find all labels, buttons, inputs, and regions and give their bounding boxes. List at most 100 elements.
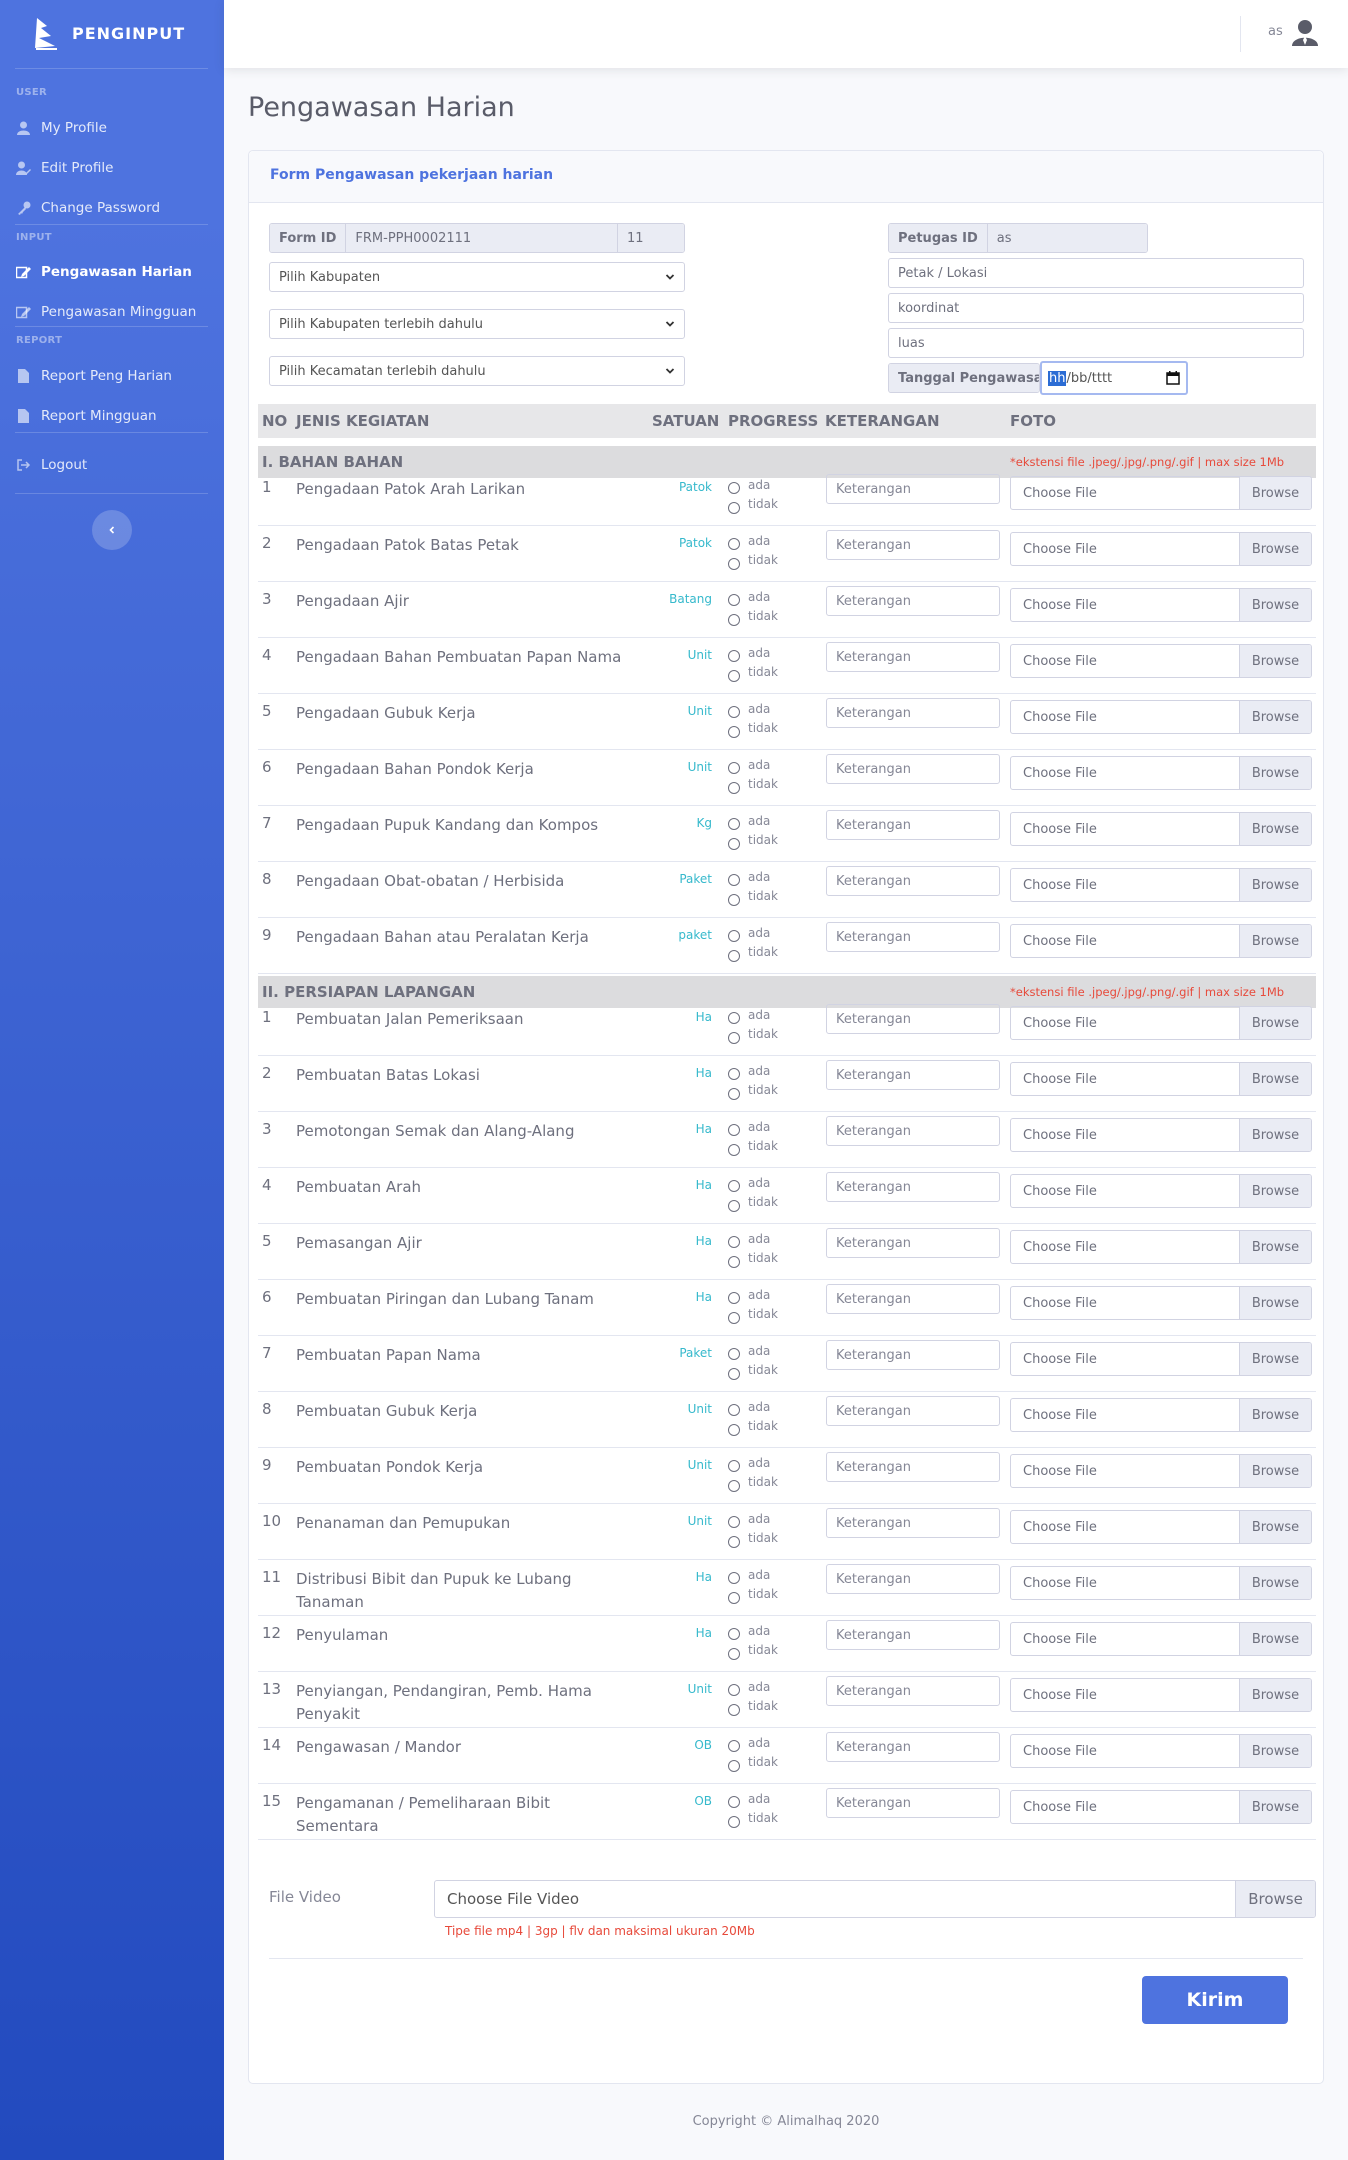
- radio-ada[interactable]: ada: [728, 812, 778, 831]
- radio-tidak[interactable]: tidak: [728, 1585, 778, 1604]
- keterangan-input[interactable]: Keterangan: [826, 1620, 1000, 1650]
- radio-circle[interactable]: [728, 1424, 740, 1436]
- radio-circle[interactable]: [728, 1088, 740, 1100]
- radio-circle[interactable]: [728, 1292, 740, 1304]
- foto-file-input[interactable]: Choose File Browse: [1010, 1062, 1312, 1096]
- kecamatan-dependent-select[interactable]: Pilih Kecamatan terlebih dahulu: [269, 356, 685, 386]
- radio-ada[interactable]: ada: [728, 1454, 778, 1473]
- radio-circle[interactable]: [728, 538, 740, 550]
- foto-file-input[interactable]: Choose File Browse: [1010, 1398, 1312, 1432]
- foto-file-input[interactable]: Choose File Browse: [1010, 1566, 1312, 1600]
- foto-file-input[interactable]: Choose File Browse: [1010, 1118, 1312, 1152]
- keterangan-input[interactable]: Keterangan: [826, 1060, 1000, 1090]
- keterangan-input[interactable]: Keterangan: [826, 1172, 1000, 1202]
- user-avatar-icon[interactable]: [1290, 18, 1320, 48]
- radio-circle[interactable]: [728, 1760, 740, 1772]
- browse-button[interactable]: Browse: [1239, 1119, 1311, 1151]
- keterangan-input[interactable]: Keterangan: [826, 1676, 1000, 1706]
- radio-tidak[interactable]: tidak: [728, 1417, 778, 1436]
- foto-file-input[interactable]: Choose File Browse: [1010, 700, 1312, 734]
- radio-ada[interactable]: ada: [728, 1678, 778, 1697]
- foto-file-input[interactable]: Choose File Browse: [1010, 924, 1312, 958]
- radio-tidak[interactable]: tidak: [728, 1753, 778, 1772]
- browse-button[interactable]: Browse: [1239, 813, 1311, 845]
- keterangan-input[interactable]: Keterangan: [826, 1396, 1000, 1426]
- foto-file-input[interactable]: Choose File Browse: [1010, 812, 1312, 846]
- radio-circle[interactable]: [728, 930, 740, 942]
- radio-circle[interactable]: [728, 818, 740, 830]
- keterangan-input[interactable]: Keterangan: [826, 1284, 1000, 1314]
- keterangan-input[interactable]: Keterangan: [826, 1004, 1000, 1034]
- radio-circle[interactable]: [728, 1684, 740, 1696]
- foto-file-input[interactable]: Choose File Browse: [1010, 1286, 1312, 1320]
- browse-button[interactable]: Browse: [1239, 1343, 1311, 1375]
- radio-circle[interactable]: [728, 1256, 740, 1268]
- browse-button[interactable]: Browse: [1239, 925, 1311, 957]
- koordinat-input[interactable]: koordinat: [888, 293, 1304, 323]
- tanggal-pengawasan-input[interactable]: hh /bb/tttt: [1040, 361, 1188, 395]
- radio-circle[interactable]: [728, 762, 740, 774]
- radio-ada[interactable]: ada: [728, 868, 778, 887]
- radio-circle[interactable]: [728, 1068, 740, 1080]
- radio-tidak[interactable]: tidak: [728, 495, 778, 514]
- radio-circle[interactable]: [728, 1368, 740, 1380]
- radio-circle[interactable]: [728, 1592, 740, 1604]
- sidebar-toggle-button[interactable]: [92, 510, 132, 550]
- calendar-icon[interactable]: [1166, 371, 1180, 385]
- radio-ada[interactable]: ada: [728, 1734, 778, 1753]
- radio-circle[interactable]: [728, 1124, 740, 1136]
- browse-button[interactable]: Browse: [1239, 1511, 1311, 1543]
- radio-tidak[interactable]: tidak: [728, 1809, 778, 1828]
- browse-button[interactable]: Browse: [1239, 1007, 1311, 1039]
- radio-circle[interactable]: [728, 1012, 740, 1024]
- browse-button[interactable]: Browse: [1239, 1399, 1311, 1431]
- file-video-browse-button[interactable]: Browse: [1235, 1881, 1315, 1917]
- radio-tidak[interactable]: tidak: [728, 1361, 778, 1380]
- radio-tidak[interactable]: tidak: [728, 1193, 778, 1212]
- radio-tidak[interactable]: tidak: [728, 1249, 778, 1268]
- radio-ada[interactable]: ada: [728, 1118, 778, 1137]
- radio-tidak[interactable]: tidak: [728, 1529, 778, 1548]
- radio-circle[interactable]: [728, 1180, 740, 1192]
- keterangan-input[interactable]: Keterangan: [826, 1564, 1000, 1594]
- radio-circle[interactable]: [728, 1796, 740, 1808]
- radio-circle[interactable]: [728, 1572, 740, 1584]
- radio-circle[interactable]: [728, 1460, 740, 1472]
- keterangan-input[interactable]: Keterangan: [826, 474, 1000, 504]
- browse-button[interactable]: Browse: [1239, 701, 1311, 733]
- radio-circle[interactable]: [728, 1480, 740, 1492]
- foto-file-input[interactable]: Choose File Browse: [1010, 644, 1312, 678]
- radio-ada[interactable]: ada: [728, 924, 778, 943]
- radio-circle[interactable]: [728, 894, 740, 906]
- keterangan-input[interactable]: Keterangan: [826, 1116, 1000, 1146]
- sidebar-item-edit-profile[interactable]: Edit Profile: [16, 155, 216, 181]
- radio-circle[interactable]: [728, 874, 740, 886]
- radio-tidak[interactable]: tidak: [728, 1697, 778, 1716]
- radio-circle[interactable]: [728, 706, 740, 718]
- radio-ada[interactable]: ada: [728, 1510, 778, 1529]
- radio-tidak[interactable]: tidak: [728, 831, 778, 850]
- foto-file-input[interactable]: Choose File Browse: [1010, 476, 1312, 510]
- browse-button[interactable]: Browse: [1239, 869, 1311, 901]
- radio-circle[interactable]: [728, 838, 740, 850]
- radio-circle[interactable]: [728, 1236, 740, 1248]
- foto-file-input[interactable]: Choose File Browse: [1010, 1678, 1312, 1712]
- radio-circle[interactable]: [728, 614, 740, 626]
- radio-tidak[interactable]: tidak: [728, 1473, 778, 1492]
- foto-file-input[interactable]: Choose File Browse: [1010, 1622, 1312, 1656]
- radio-ada[interactable]: ada: [728, 588, 778, 607]
- foto-file-input[interactable]: Choose File Browse: [1010, 1006, 1312, 1040]
- keterangan-input[interactable]: Keterangan: [826, 1788, 1000, 1818]
- radio-circle[interactable]: [728, 1536, 740, 1548]
- foto-file-input[interactable]: Choose File Browse: [1010, 1734, 1312, 1768]
- kabupaten-select[interactable]: Pilih Kabupaten: [269, 262, 685, 292]
- browse-button[interactable]: Browse: [1239, 1175, 1311, 1207]
- foto-file-input[interactable]: Choose File Browse: [1010, 1342, 1312, 1376]
- keterangan-input[interactable]: Keterangan: [826, 698, 1000, 728]
- browse-button[interactable]: Browse: [1239, 1455, 1311, 1487]
- radio-ada[interactable]: ada: [728, 1398, 778, 1417]
- radio-tidak[interactable]: tidak: [728, 1025, 778, 1044]
- brand[interactable]: PENGINPUT: [0, 0, 224, 66]
- browse-button[interactable]: Browse: [1239, 757, 1311, 789]
- keterangan-input[interactable]: Keterangan: [826, 586, 1000, 616]
